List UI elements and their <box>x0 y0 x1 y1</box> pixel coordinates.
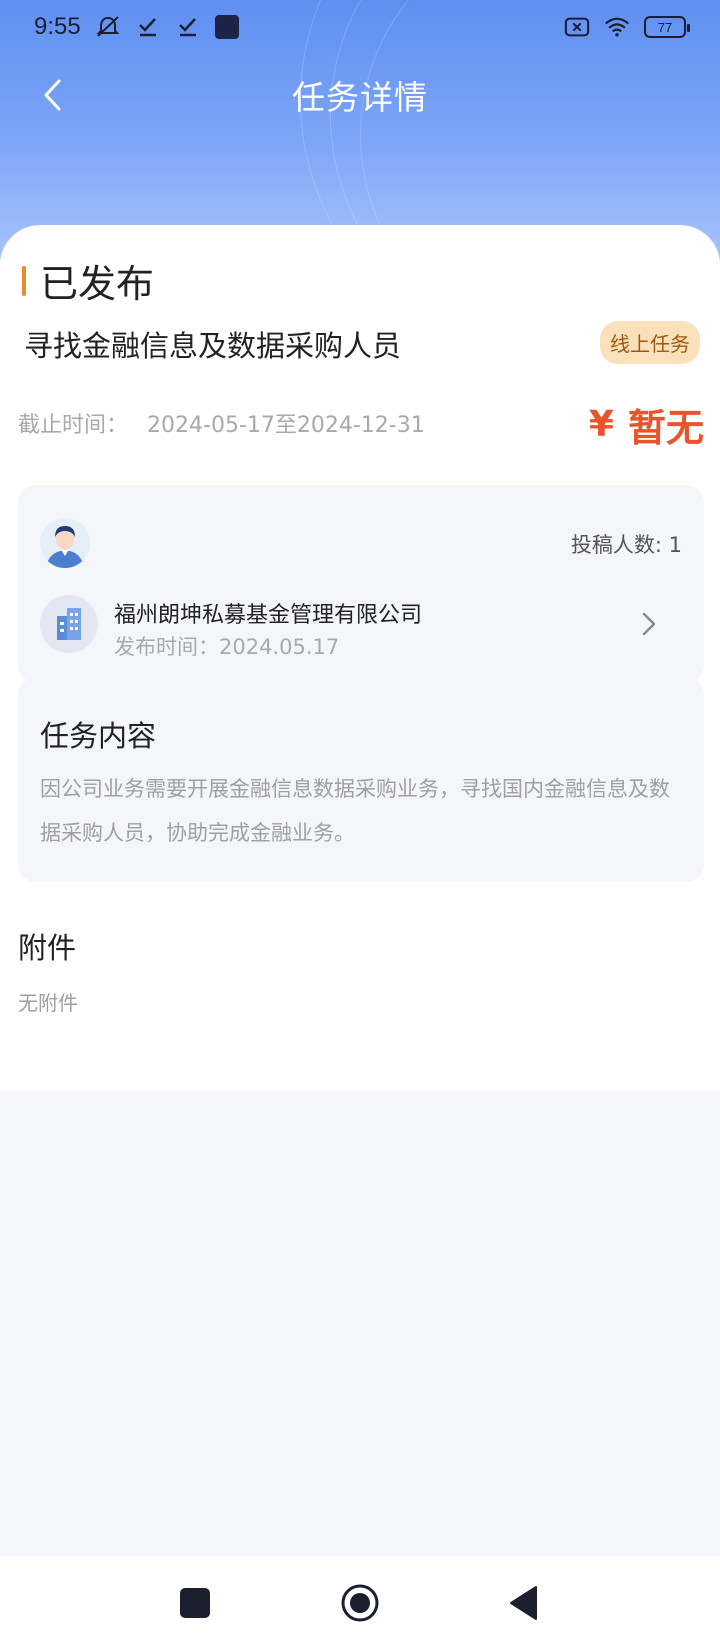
deadline-label: 截止时间： <box>18 413 129 438</box>
recent-apps-button[interactable] <box>180 1588 210 1618</box>
status-time: 9:55 <box>34 13 81 40</box>
reward-value: 暂无 <box>627 406 704 450</box>
home-button[interactable] <box>340 1583 380 1623</box>
status-bar: 9:55 77 <box>0 0 720 54</box>
triangle-back-icon <box>510 1586 537 1620</box>
submission-count: 投稿人数: 1 <box>570 533 682 557</box>
task-type-badge: 线上任务 <box>600 321 700 364</box>
app-notification-icon <box>214 15 239 39</box>
sim-card-x-icon <box>564 14 590 40</box>
task-deadline: 截止时间： 2024-05-17至2024-12-31 <box>18 407 425 439</box>
task-content-box: 任务内容 因公司业务需要开展金融信息数据采购业务，寻找国内金融信息及数据采购人员… <box>18 677 704 882</box>
company-detail-button[interactable] <box>634 609 664 639</box>
nav-bar: 任务详情 <box>0 60 720 130</box>
deadline-value: 2024-05-17至2024-12-31 <box>147 413 425 438</box>
task-status-label: 已发布 <box>40 262 155 306</box>
chevron-left-icon <box>44 79 61 111</box>
home-circle-icon <box>341 1584 379 1622</box>
content-text: 因公司业务需要开展金融信息数据采购业务，寻找国内金融信息及数据采购人员，协助完成… <box>40 777 670 845</box>
task-title: 寻找金融信息及数据采购人员 <box>24 329 402 363</box>
status-accent-bar <box>22 265 26 296</box>
bell-off-icon <box>95 14 121 40</box>
attachment-empty-text: 无附件 <box>18 991 78 1015</box>
avatar <box>40 518 90 568</box>
page-title: 任务详情 <box>292 78 428 117</box>
system-back-button[interactable] <box>508 1584 540 1622</box>
building-icon <box>40 595 98 653</box>
task-detail-card: 已发布 寻找金融信息及数据采购人员 线上任务 截止时间： 2024-05-17至… <box>0 225 720 1091</box>
header-background: 9:55 77 任务详情 <box>0 0 720 260</box>
content-title: 任务内容 <box>40 719 157 753</box>
battery-icon: 77 <box>644 16 690 38</box>
publisher-info-box: 投稿人数: 1 福州朗坤私募基金管理有限公司 发布时间：2024.05.17 <box>18 485 704 683</box>
publish-time: 发布时间：2024.05.17 <box>114 635 340 659</box>
task-reward: ¥ 暂无 <box>589 397 704 452</box>
back-button[interactable] <box>28 70 78 120</box>
currency-icon: ¥ <box>588 404 614 445</box>
check-icon <box>175 14 201 40</box>
chevron-right-icon <box>642 612 656 636</box>
system-navigation-bar <box>0 1556 720 1650</box>
wifi-icon <box>604 14 630 40</box>
task-status: 已发布 <box>22 253 154 308</box>
check-icon <box>135 14 161 40</box>
attachment-title: 附件 <box>18 931 77 965</box>
company-name[interactable]: 福州朗坤私募基金管理有限公司 <box>114 597 422 629</box>
